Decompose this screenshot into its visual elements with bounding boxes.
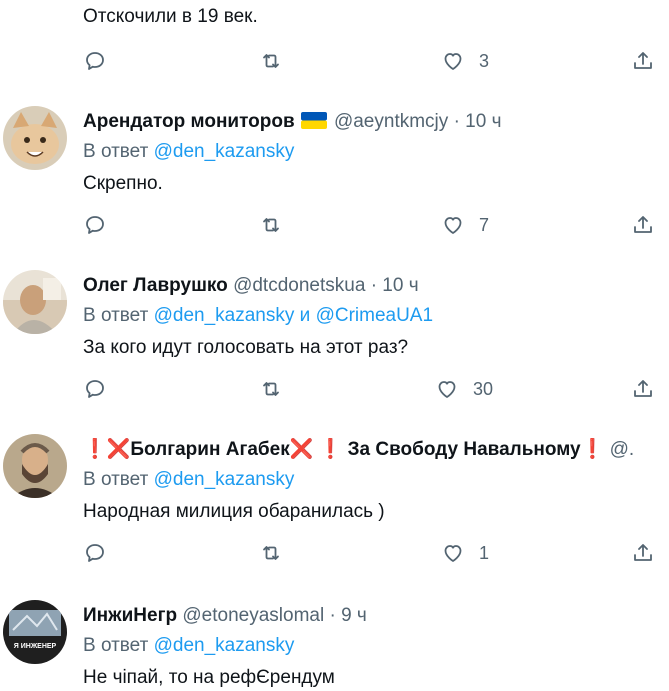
share-icon [634, 52, 652, 69]
reply-icon [86, 52, 104, 70]
retweet-icon [263, 546, 279, 560]
share-button[interactable] [631, 210, 655, 240]
retweet-button[interactable] [259, 46, 283, 76]
cross-mark-emoji: ❌ [289, 439, 314, 460]
reply-prefix: В ответ [83, 635, 149, 656]
reply-button[interactable] [83, 538, 107, 568]
share-icon [634, 216, 652, 233]
user-handle[interactable]: @. [610, 439, 635, 460]
mention-link[interactable]: @CrimeaUA1 [316, 305, 433, 326]
tweet-header: ❗❌Болгарин Агабек❌ ❗ За Свободу Навально… [83, 437, 661, 463]
tweet-text: Скрепно. [83, 173, 163, 194]
tweet-actions: 3 [83, 46, 661, 76]
reply-context: В ответ @den_kazansky и @CrimeaUA1 [83, 303, 661, 329]
user-handle[interactable]: @dtcdonetskua [233, 275, 365, 296]
mention-link[interactable]: @den_kazansky [154, 305, 295, 326]
user-name[interactable]: Олег Лаврушко [83, 275, 228, 296]
heart-icon [438, 381, 456, 398]
user-handle[interactable]: @aeyntkmcjy [334, 111, 448, 132]
like-count: 3 [479, 50, 490, 71]
tweet-text: Отскочили в 19 век. [83, 6, 258, 27]
user-name[interactable]: Арендатор мониторов [83, 111, 295, 132]
share-icon [634, 380, 652, 397]
heart-icon [444, 217, 462, 234]
user-name-tail: За Свободу Навальному [347, 439, 581, 460]
tweet-text: Народная милиция обаранилась ) [83, 501, 385, 522]
timestamp[interactable]: 10 ч [465, 111, 501, 132]
reply-conjunction: и [299, 305, 311, 326]
tweet-header: Арендатор мониторов @aeyntkmcjy · 10 ч [83, 109, 661, 135]
mention-link[interactable]: @den_kazansky [154, 141, 295, 162]
ukraine-flag-icon [300, 112, 327, 129]
heart-icon [444, 53, 462, 70]
tweet-actions: 1 [83, 538, 661, 568]
user-name-main: Болгарин Агабек [130, 439, 290, 460]
tweet[interactable]: Арендатор мониторов @aeyntkmcjy · 10 ч В… [0, 90, 669, 255]
reply-button[interactable] [83, 374, 107, 404]
tweet-header: Олег Лаврушко @dtcdonetskua · 10 ч [83, 273, 661, 299]
mention-link[interactable]: @den_kazansky [154, 469, 295, 490]
avatar[interactable] [3, 270, 67, 334]
exclamation-emoji: ❗ [83, 439, 107, 460]
retweet-button[interactable] [259, 538, 283, 568]
tweet-actions: 7 [83, 210, 661, 240]
retweet-button[interactable] [259, 210, 283, 240]
share-button[interactable] [631, 538, 655, 568]
like-button[interactable]: 1 [441, 538, 489, 568]
reply-icon [86, 544, 104, 562]
like-button[interactable]: 3 [441, 46, 489, 76]
exclamation-emoji: ❗ [580, 439, 605, 460]
reply-icon [86, 380, 104, 398]
avatar-label: Я ИНЖЕНЕР [14, 643, 57, 650]
share-icon [634, 544, 652, 561]
retweet-button[interactable] [259, 374, 283, 404]
avatar[interactable] [3, 434, 67, 498]
retweet-icon [263, 54, 279, 68]
tweet[interactable]: Я ИНЖЕНЕР ИнжиНегр @etoneyaslomal · 9 ч … [0, 584, 669, 690]
reply-context: В ответ @den_kazansky [83, 467, 661, 493]
reply-prefix: В ответ [83, 469, 149, 490]
tweet-header: ИнжиНегр @etoneyaslomal · 9 ч [83, 603, 661, 629]
separator-dot: · [370, 275, 378, 296]
like-count: 30 [473, 378, 494, 399]
like-count: 7 [479, 214, 490, 235]
reply-context: В ответ @den_kazansky [83, 139, 661, 165]
user-handle[interactable]: @etoneyaslomal [182, 605, 324, 626]
reply-context: В ответ @den_kazansky [83, 633, 661, 659]
tweet-text: Не чіпай, то на рефЄрендум [83, 667, 335, 688]
separator-dot: · [329, 605, 336, 626]
heart-icon [444, 545, 462, 562]
reply-prefix: В ответ [83, 305, 149, 326]
tweet[interactable]: Олег Лаврушко @dtcdonetskua · 10 ч В отв… [0, 254, 669, 419]
avatar[interactable] [3, 106, 67, 170]
cross-mark-emoji: ❌ [106, 439, 131, 460]
reply-prefix: В ответ [83, 141, 149, 162]
tweet-text: За кого идут голосовать на этот раз? [83, 337, 409, 358]
avatar[interactable]: Я ИНЖЕНЕР [3, 600, 67, 664]
user-name[interactable]: ❗❌Болгарин Агабек❌ ❗ За Свободу Навально… [83, 439, 604, 460]
timestamp[interactable]: 10 ч [382, 275, 418, 296]
reply-button[interactable] [83, 210, 107, 240]
user-name[interactable]: ИнжиНегр [83, 605, 177, 626]
retweet-icon [263, 382, 279, 396]
exclamation-emoji: ❗ [318, 439, 343, 460]
share-button[interactable] [631, 374, 655, 404]
share-button[interactable] [631, 46, 655, 76]
tweet[interactable]: ❗❌Болгарин Агабек❌ ❗ За Свободу Навально… [0, 418, 669, 585]
tweet-actions: 30 [83, 374, 661, 404]
reply-button[interactable] [83, 46, 107, 76]
like-button[interactable]: 30 [435, 374, 493, 404]
timestamp[interactable]: 9 ч [341, 605, 367, 626]
like-button[interactable]: 7 [441, 210, 489, 240]
tweet[interactable]: Отскочили в 19 век. 3 [0, 0, 669, 91]
like-count: 1 [479, 542, 490, 563]
separator-dot: · [453, 111, 460, 132]
retweet-icon [263, 218, 279, 232]
mention-link[interactable]: @den_kazansky [154, 635, 295, 656]
reply-icon [86, 216, 104, 234]
